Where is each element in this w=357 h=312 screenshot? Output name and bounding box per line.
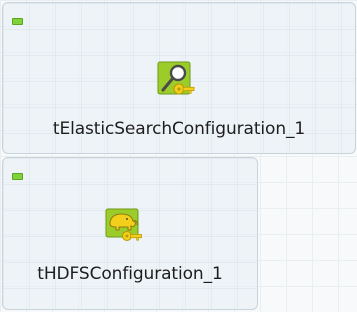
- collapse-toggle[interactable]: [12, 18, 23, 25]
- component-elasticsearch-configuration[interactable]: tElasticSearchConfiguration_1: [2, 2, 356, 154]
- hdfs-config-icon[interactable]: [105, 206, 143, 244]
- collapse-toggle[interactable]: [12, 173, 23, 180]
- component-hdfs-configuration[interactable]: tHDFSConfiguration_1: [2, 157, 258, 310]
- component-label: tElasticSearchConfiguration_1: [52, 119, 306, 139]
- elasticsearch-config-icon[interactable]: [157, 61, 195, 99]
- component-label: tHDFSConfiguration_1: [37, 264, 223, 284]
